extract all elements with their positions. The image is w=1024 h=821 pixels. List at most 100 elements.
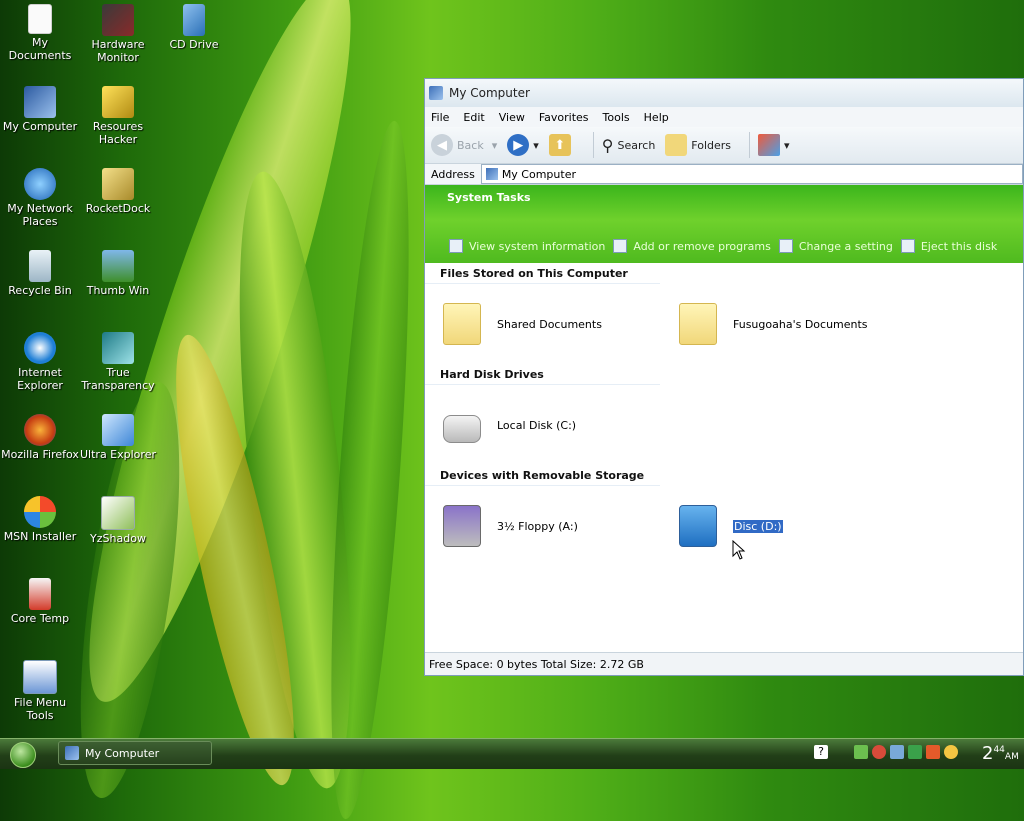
forward-arrow-icon: ▶ [507,134,530,156]
item-floppy-a[interactable]: 3½ Floppy (A:) [425,505,661,547]
task-change-setting[interactable]: Change a setting [778,239,893,253]
address-input[interactable]: My Computer [480,164,1023,184]
system-tasks-list: View system information Add or remove pr… [449,239,1005,253]
help-icon[interactable]: ? [814,745,828,759]
my-computer-window[interactable]: My Computer File Edit View Favorites Too… [424,78,1024,676]
task-add-remove-programs[interactable]: Add or remove programs [613,239,771,253]
tray-grid-icon[interactable] [926,745,940,759]
item-local-disk-c[interactable]: Local Disk (C:) [425,407,661,443]
desktop-icon-internet-explorer[interactable]: Internet Explorer [0,332,80,392]
desktop-icon-yzshadow[interactable]: YzShadow [78,496,158,545]
desktop-icon-resources-hacker[interactable]: Resoures Hacker [78,86,158,146]
hacker-tool-icon [102,86,134,118]
section-title: Hard Disk Drives [425,364,660,385]
views-button[interactable]: ▾ [758,134,790,156]
desktop-icon-thumb-win[interactable]: Thumb Win [78,250,158,297]
menu-bar: File Edit View Favorites Tools Help [425,107,1023,127]
mouse-cursor-icon [732,540,746,560]
shadow-window-icon [101,496,135,530]
computer-icon [65,746,79,760]
cd-drive-icon [679,505,717,547]
desktop-icon-file-menu-tools[interactable]: File Menu Tools [0,660,80,722]
toolbar-separator [749,132,751,158]
tray-app-icon[interactable] [854,745,868,759]
task-view-system-information[interactable]: View system information [449,239,605,253]
files-items: Shared Documents Fusugoaha's Documents [425,284,1023,364]
desktop-icon-msn-installer[interactable]: MSN Installer [0,496,80,543]
desktop-icon-my-network-places[interactable]: My Network Places [0,168,80,228]
hard-drive-icon [443,415,481,443]
window-titlebar[interactable]: My Computer [425,79,1023,107]
computer-icon [24,86,56,118]
status-text: Free Space: 0 bytes Total Size: 2.72 GB [429,657,644,671]
item-disc-d[interactable]: Disc (D:) [661,505,897,547]
status-bar: Free Space: 0 bytes Total Size: 2.72 GB [425,652,1023,675]
desktop-icon-hardware-monitor[interactable]: Hardware Monitor [78,4,158,64]
item-shared-documents[interactable]: Shared Documents [425,303,661,345]
desktop-icon-cd-drive[interactable]: CD Drive [154,4,234,51]
computer-icon [485,168,498,180]
forward-button[interactable]: ▶ ▾ [507,134,539,156]
network-icon[interactable] [890,745,904,759]
system-tasks-title: System Tasks [447,191,531,204]
thermometer-icon [29,578,51,610]
desktop-icon-recycle-bin[interactable]: Recycle Bin [0,250,80,297]
desktop-icon-my-computer[interactable]: My Computer [0,86,80,133]
address-label: Address [431,167,475,181]
network-globe-icon [24,168,56,200]
removable-section: Devices with Removable Storage 3½ Floppy… [425,465,1023,566]
address-bar: Address My Computer [425,164,1023,185]
views-icon [758,134,781,156]
task-eject-disk[interactable]: Eject this disk [900,239,997,253]
menu-help[interactable]: Help [644,111,669,124]
folder-icon [679,303,717,345]
system-tray: ? [814,745,962,759]
search-button[interactable]: ⚲ Search [602,136,656,155]
menu-edit[interactable]: Edit [463,111,484,124]
hard-disk-items: Local Disk (C:) [425,385,1023,465]
window-title: My Computer [449,86,530,100]
chevron-down-icon: ▾ [533,138,539,152]
taskbar: My Computer ? 244AM [0,738,1024,769]
smiley-icon[interactable] [944,745,958,759]
control-panel-icon [778,239,793,253]
taskbar-button-my-computer[interactable]: My Computer [58,741,212,765]
document-icon [28,4,52,34]
explorer-icon [102,414,134,446]
desktop-icon-my-documents[interactable]: My Documents [0,4,80,62]
removable-items: 3½ Floppy (A:) Disc (D:) [425,486,1023,566]
menu-file[interactable]: File [431,111,449,124]
back-button[interactable]: ◀ Back ▾ [431,134,497,156]
rocketdock-icon [102,168,134,200]
desktop-icon-ultra-explorer[interactable]: Ultra Explorer [78,414,158,461]
section-title: Devices with Removable Storage [425,465,660,486]
menu-tools[interactable]: Tools [603,111,630,124]
desktop-icon-rocketdock[interactable]: RocketDock [78,168,158,215]
desktop-icon-core-temp[interactable]: Core Temp [0,578,80,625]
item-user-documents[interactable]: Fusugoaha's Documents [661,303,897,345]
checklist-icon [449,239,463,253]
up-button[interactable]: ⬆ [548,134,575,156]
clock[interactable]: 244AM [982,743,1019,764]
toolbar: ◀ Back ▾ ▶ ▾ ⬆ ⚲ Search Folders ▾ [425,127,1023,164]
programs-icon [613,239,628,253]
up-folder-icon: ⬆ [548,134,571,156]
file-menu-tools-icon [23,660,57,694]
desktop-icon-mozilla-firefox[interactable]: Mozilla Firefox [0,414,80,461]
section-title: Files Stored on This Computer [425,263,660,284]
menu-view[interactable]: View [499,111,525,124]
firefox-icon [24,414,56,446]
toolbar-separator [592,132,594,158]
desktop-icon-true-transparency[interactable]: True Transparency [78,332,158,392]
system-tasks-panel: System Tasks View system information Add… [425,185,1023,263]
hard-disk-section: Hard Disk Drives Local Disk (C:) [425,364,1023,465]
security-icon[interactable] [908,745,922,759]
start-button[interactable] [10,742,36,768]
folders-button[interactable]: Folders [665,134,731,156]
close-shield-icon[interactable] [872,745,886,759]
transparency-icon [102,332,134,364]
back-arrow-icon: ◀ [431,134,453,156]
menu-favorites[interactable]: Favorites [539,111,589,124]
chevron-down-icon: ▾ [784,138,790,152]
chevron-down-icon: ▾ [491,138,498,152]
